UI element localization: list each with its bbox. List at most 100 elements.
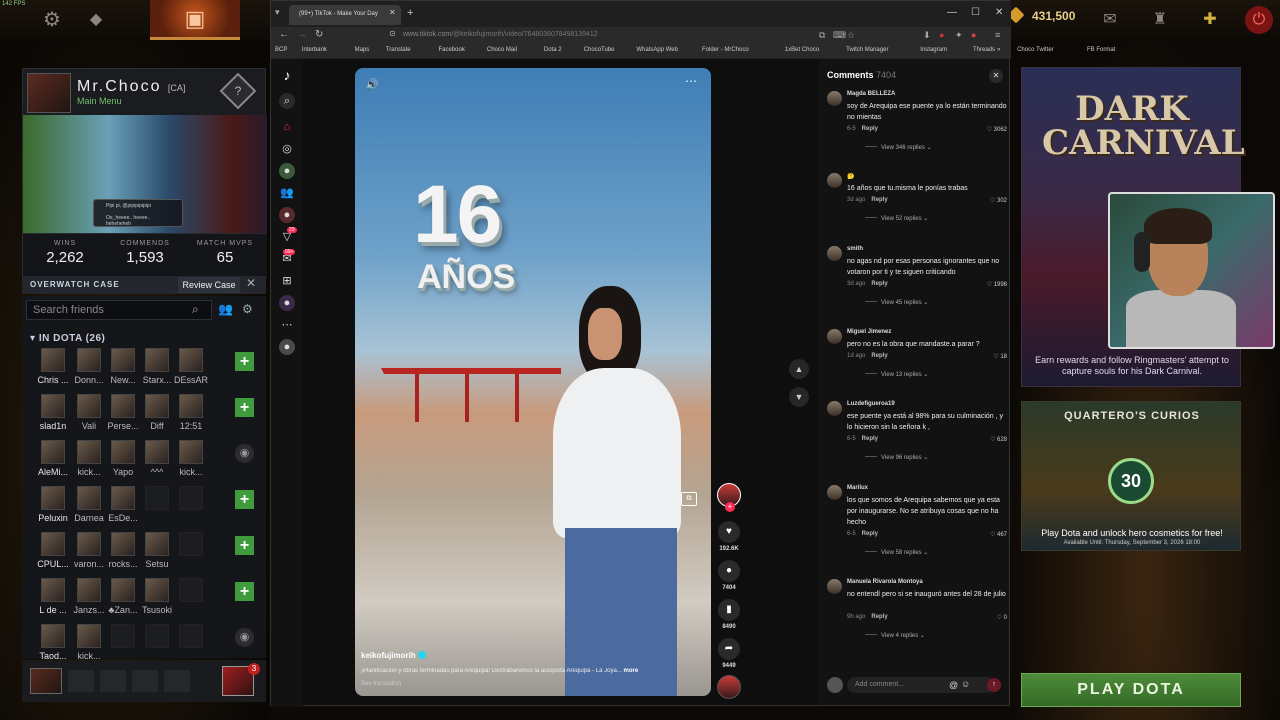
friend-item[interactable]: varon... <box>72 532 106 569</box>
view-replies-button[interactable]: View 52 replies ⌄ <box>865 215 928 222</box>
friend-item[interactable]: Diff <box>140 394 174 431</box>
more-bookmarks-icon[interactable]: » <box>997 47 1000 53</box>
reply-button[interactable]: Reply <box>871 281 887 287</box>
avatar[interactable] <box>27 73 71 113</box>
picture-in-picture-icon[interactable]: ⧉ <box>819 30 825 41</box>
avatar[interactable] <box>827 173 842 188</box>
search-icon[interactable]: ⌕ <box>279 93 295 109</box>
settings-gear-icon[interactable]: ⚙ <box>40 8 64 32</box>
armory-icon[interactable]: ♜ <box>1148 9 1172 31</box>
bookmark-item[interactable]: Choco Mail <box>487 47 517 53</box>
like-button[interactable]: ♥ 192.6K <box>717 521 741 552</box>
play-dota-button[interactable]: PLAY DOTA <box>1021 673 1241 707</box>
comment-user[interactable]: Marilux <box>847 485 868 491</box>
save-button[interactable]: ▮ 8490 <box>717 599 741 630</box>
bookmark-item[interactable]: Dota 2 <box>544 47 562 53</box>
bookmark-item[interactable]: Folder - MrChoco <box>702 47 749 53</box>
friends-group-header[interactable]: ▾ IN DOTA (26) <box>30 333 105 344</box>
back-arrows-icon[interactable]: ◆ <box>84 9 108 31</box>
bookmark-item[interactable]: ChocoTube <box>584 47 615 53</box>
mention-icon[interactable]: @ <box>949 680 958 690</box>
new-tab-icon[interactable]: + <box>407 7 413 19</box>
friend-item[interactable]: slad1n <box>36 394 70 431</box>
comment-user[interactable]: smith <box>847 246 863 252</box>
quarteros-curios-banner[interactable]: QUARTERO'S CURIOS 30 Play Dota and unloc… <box>1021 401 1241 551</box>
home-icon[interactable]: ⌂ <box>279 119 295 135</box>
send-icon[interactable]: ↑ <box>987 678 1001 692</box>
translate-icon[interactable]: ⌨ <box>833 30 846 41</box>
account-icon[interactable]: ● <box>279 339 295 355</box>
friend-item[interactable]: rocks... <box>106 532 140 569</box>
bookmark-item[interactable]: Facebook <box>439 47 465 53</box>
download-icon[interactable]: ⬇ <box>923 30 931 41</box>
friend-item[interactable]: AleMi... <box>36 440 70 477</box>
site-info-icon[interactable]: ⊙ <box>389 29 396 38</box>
view-replies-button[interactable]: View 96 replies ⌄ <box>865 454 928 461</box>
bookmark-item[interactable]: Instagram <box>920 47 947 53</box>
pip-icon[interactable]: ⧉ <box>681 492 697 506</box>
friend-item[interactable]: Vali <box>72 394 106 431</box>
comment-user[interactable]: Magda BELLEZA <box>847 91 895 97</box>
next-video-button[interactable]: ▼ <box>789 387 809 407</box>
avatar[interactable] <box>827 246 842 261</box>
add-comment-input[interactable]: Add comment... <box>847 677 995 693</box>
friend-item[interactable]: Janzs... <box>72 578 106 615</box>
comment-like[interactable]: ♡ 0 <box>977 614 1007 621</box>
review-case-button[interactable]: Review Case <box>178 277 240 293</box>
sound-avatar[interactable] <box>717 675 741 699</box>
comment-button[interactable]: ● 7404 <box>717 560 741 591</box>
tab-list-icon[interactable]: ▾ <box>275 7 280 18</box>
invite-plus-icon[interactable]: + <box>235 398 254 417</box>
rank-badge[interactable]: ? <box>219 72 257 110</box>
bookmark-item[interactable]: Maps <box>355 47 370 53</box>
spectate-eye-icon[interactable]: ◉ <box>235 444 254 463</box>
more-icon[interactable]: ⋯ <box>279 317 295 333</box>
reply-button[interactable]: Reply <box>862 126 878 132</box>
party-slot[interactable] <box>132 670 158 692</box>
friend-item[interactable] <box>174 578 208 605</box>
friend-item[interactable]: Peluxin <box>36 486 70 523</box>
menu-icon[interactable]: ≡ <box>995 30 1000 40</box>
friend-item[interactable] <box>106 624 140 651</box>
friend-item[interactable]: Yapo <box>106 440 140 477</box>
add-friend-icon[interactable]: 👥 <box>218 302 233 316</box>
friend-item[interactable] <box>174 624 208 651</box>
close-window-icon[interactable]: ✕ <box>995 7 1003 18</box>
follow-plus-icon[interactable]: + <box>725 502 735 512</box>
avatar[interactable] <box>827 401 842 416</box>
party-slot[interactable] <box>164 670 190 692</box>
comment-like[interactable]: ♡ 1998 <box>977 281 1007 288</box>
bookmark-item[interactable]: Translate <box>386 47 411 53</box>
party-slot[interactable] <box>68 670 94 692</box>
close-icon[interactable]: ✕ <box>246 276 256 290</box>
comment-user[interactable]: Luzdefigueroa19 <box>847 401 895 407</box>
following-avatar-icon[interactable]: ● <box>279 163 295 179</box>
comment-user[interactable]: Manuela Rivarola Montoya <box>847 579 923 585</box>
search-friends-input[interactable]: Search friends <box>26 300 212 320</box>
minimize-icon[interactable]: — <box>947 7 957 18</box>
extensions-puzzle-icon[interactable]: ✦ <box>955 30 963 41</box>
video-author[interactable]: keikofujimorih <box>361 651 426 660</box>
friend-item[interactable]: Setsu <box>140 532 174 569</box>
view-replies-button[interactable]: View 13 replies ⌄ <box>865 371 928 378</box>
maximize-icon[interactable]: ☐ <box>971 7 980 18</box>
comment-like[interactable]: ♡ 467 <box>977 531 1007 538</box>
comment-like[interactable]: ♡ 3062 <box>977 126 1007 133</box>
friend-item[interactable] <box>174 486 208 513</box>
previous-video-button[interactable]: ▲ <box>789 359 809 379</box>
more-options-icon[interactable]: ⋯ <box>685 74 698 88</box>
forward-icon[interactable]: → <box>297 29 307 40</box>
reply-button[interactable]: Reply <box>862 531 878 537</box>
back-icon[interactable]: ← <box>279 29 289 40</box>
friend-item[interactable]: Darnea <box>72 486 106 523</box>
friends-icon[interactable]: 👥 <box>279 185 295 201</box>
reload-icon[interactable]: ↻ <box>315 29 323 40</box>
avatar[interactable] <box>827 91 842 106</box>
share-button[interactable]: ➦ 9449 <box>717 638 741 669</box>
friend-item[interactable]: DEssAR <box>174 348 208 385</box>
more-link[interactable]: more <box>623 668 638 674</box>
friend-item[interactable]: New... <box>106 348 140 385</box>
spectate-eye-icon[interactable]: ◉ <box>235 628 254 647</box>
comment-like[interactable]: ♡ 302 <box>977 197 1007 204</box>
close-tab-icon[interactable]: ✕ <box>389 8 396 17</box>
